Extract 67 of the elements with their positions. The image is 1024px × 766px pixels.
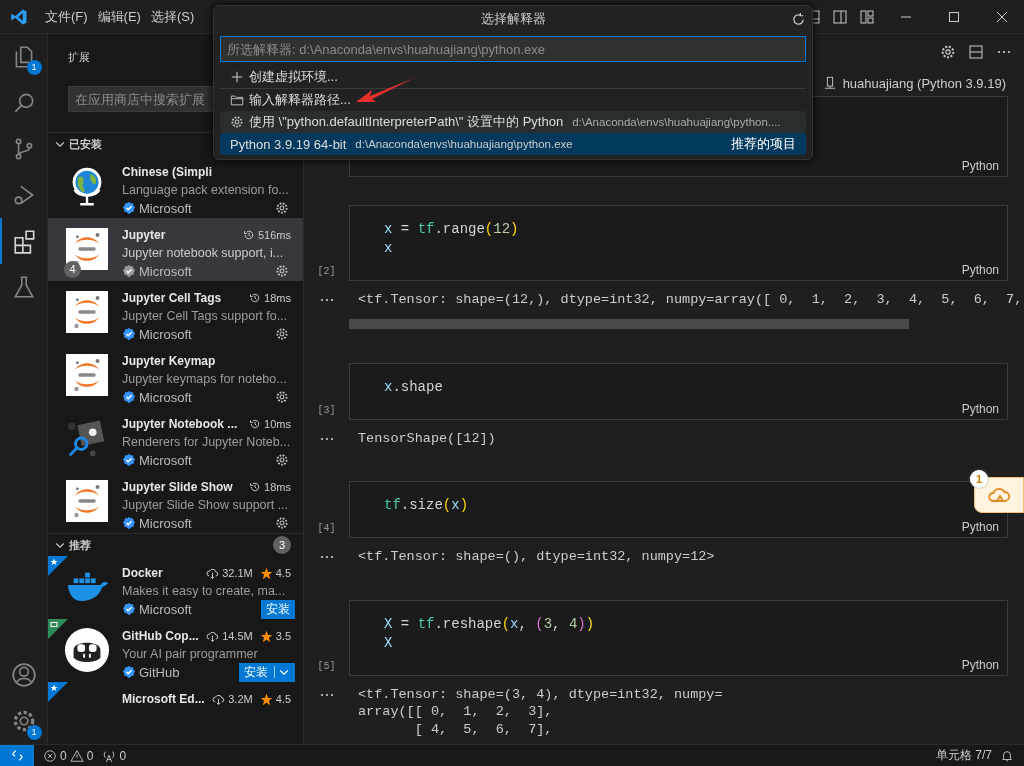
code-line: x.shape <box>384 377 444 397</box>
picker-title: 选择解释器 <box>480 10 546 28</box>
publisher-name: Microsoft <box>139 452 192 468</box>
count-badge: 3 <box>273 536 291 554</box>
notification-badge: 1 <box>26 725 42 740</box>
output-line: array([[ 0, 1, 2, 3], <box>358 703 553 721</box>
publisher-name: Microsoft <box>139 326 192 342</box>
extension-name: GitHub Cop... <box>122 629 199 643</box>
activation-time: 10ms <box>264 418 291 430</box>
output-line: <tf.Tensor: shape=(12,), dtype=int32, numpy=array([ 0, 1, 2, 3, 4, 5, 6, 7, <box>358 291 1023 309</box>
extension-description: Your AI pair programmer <box>122 646 258 663</box>
notification-badge: 1 <box>26 60 42 75</box>
publisher-name: Microsoft <box>139 389 192 405</box>
extension-description: Renderers for Jupyter Noteb... <box>122 434 291 451</box>
extension-name: Docker <box>122 566 163 580</box>
execution-count: [2] <box>317 266 336 277</box>
extension-name: Jupyter Keymap <box>122 354 216 368</box>
option-tag: 推荐的项目 <box>731 135 796 153</box>
extension-name: Jupyter Cell Tags <box>122 291 222 305</box>
warning-count: 0 <box>86 748 94 763</box>
section-title: 已安装 <box>69 136 102 152</box>
extension-name: Jupyter Notebook ... <box>122 417 238 431</box>
rating: 4.5 <box>275 567 291 579</box>
option-label: 创建虚拟环境... <box>249 68 338 86</box>
download-count: 14.5M <box>222 630 253 642</box>
activation-time: 516ms <box>257 229 291 241</box>
publisher-name: Microsoft <box>139 601 192 617</box>
code-line: x <box>384 239 394 258</box>
rating: 4.5 <box>275 693 291 705</box>
extension-name: Jupyter Slide Show <box>122 480 233 494</box>
rating: 3.5 <box>275 630 291 642</box>
code-line: tf.size(x) <box>384 496 470 515</box>
error-count: 0 <box>60 748 67 763</box>
port-count: 0 <box>119 748 127 763</box>
output-line: TensorShape([12]) <box>358 429 496 447</box>
extension-name: Jupyter <box>122 228 166 242</box>
execution-count: [3] <box>317 404 336 416</box>
publisher-name: Microsoft <box>139 515 192 531</box>
extension-description: Makes it easy to create, ma... <box>122 583 286 600</box>
option-path: d:\Anaconda\envs\huahuajiang\python.exe <box>355 138 573 150</box>
extension-description: Jupyter keymaps for notebo... <box>122 371 287 388</box>
sidebar-title: 扩展 <box>68 50 90 65</box>
extension-name: Microsoft Ed... <box>122 692 205 706</box>
execution-count: [4] <box>317 523 336 534</box>
option-path: d:\Anaconda\envs\huahuajiang\python.... <box>572 116 781 128</box>
section-title: 推荐 <box>69 537 91 553</box>
publisher-name: Microsoft <box>139 200 192 216</box>
output-line: [ 4, 5, 6, 7], <box>413 720 553 738</box>
option-label: 使用 \"python.defaultInterpreterPath\" 设置中的 Python <box>249 113 564 131</box>
code-line: X = tf.reshape(x, (3, 4)) <box>384 614 596 634</box>
extension-description: Language pack extension fo... <box>122 182 289 199</box>
code-line: X <box>384 633 394 653</box>
extension-name: Chinese (Simpli <box>122 165 213 179</box>
publisher-name: Microsoft <box>139 263 192 279</box>
download-count: 3.2M <box>228 693 253 705</box>
download-count: 32.1M <box>222 567 253 579</box>
activation-time: 18ms <box>264 292 291 304</box>
code-line: x = tf.range(12) <box>384 220 520 239</box>
extension-description: Jupyter notebook support, i... <box>122 245 284 262</box>
execution-count: [5] <box>317 660 336 672</box>
activation-time: 18ms <box>264 481 291 493</box>
publisher-name: GitHub <box>139 664 180 680</box>
output-line: <tf.Tensor: shape=(3, 4), dtype=int32, numpy= <box>358 685 723 703</box>
output-line: <tf.Tensor: shape=(), dtype=int32, numpy=12> <box>358 548 715 566</box>
extension-description: Jupyter Cell Tags support fo... <box>122 308 288 325</box>
count-badge: 4 <box>64 261 81 278</box>
extension-description: Jupyter Slide Show support ... <box>122 497 289 514</box>
